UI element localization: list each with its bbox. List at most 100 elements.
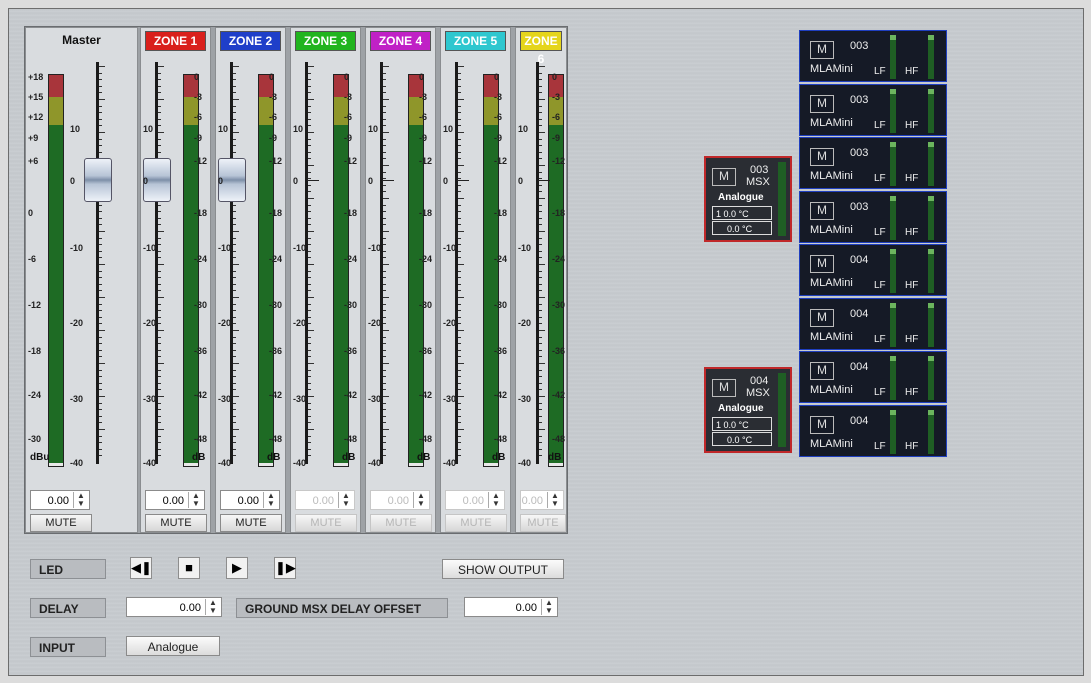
mute-button[interactable]: MUTE: [220, 514, 282, 532]
lf-meter: [890, 302, 896, 347]
scale-tick: [539, 79, 542, 81]
scale-tick: [458, 211, 461, 213]
scale-tick: [308, 237, 311, 239]
scale-tick: [383, 151, 386, 153]
mlamini-device-tile[interactable]: M 003 MLAMini LF HF: [799, 30, 947, 82]
scale-tick: [99, 349, 102, 351]
ground-offset-input[interactable]: 0.00 ▲ ▼: [464, 597, 558, 617]
scale-tick: [539, 330, 545, 331]
mlamini-device-tile[interactable]: M 004 MLAMini LF HF: [799, 404, 947, 457]
zone-label[interactable]: ZONE 6: [520, 31, 562, 66]
msx-device-tile[interactable]: M 004 MSX Analogue 1 0.0 °C 0.0 °C: [704, 367, 792, 453]
zone-strip: ZONE 5 10 0 -10 -20 -30 -40 0 -3 -6 -9 -12 -18 -24 -30…: [440, 27, 511, 533]
zone-label[interactable]: ZONE 4: [370, 31, 431, 51]
scale-tick: [233, 382, 236, 384]
scale-tick: [383, 264, 389, 265]
scale-tick: [383, 442, 386, 444]
scale-tick: [233, 257, 236, 259]
scale-tick: [158, 303, 161, 305]
scale-tick: [308, 211, 311, 213]
scale-tick: [458, 402, 461, 404]
meter-scale-label: -6: [344, 112, 353, 122]
scale-tick: [158, 204, 161, 206]
scale-tick: [539, 204, 542, 206]
scale-tick: [233, 231, 239, 232]
meter-scale-label: 0: [28, 208, 34, 218]
scale-tick: [99, 303, 102, 305]
prev-icon[interactable]: ◀❚: [130, 557, 152, 579]
stop-icon[interactable]: ■: [178, 557, 200, 579]
spin-arrows-icon[interactable]: ▲ ▼: [541, 599, 556, 615]
master-label[interactable]: Master: [30, 31, 133, 49]
fader-track[interactable]: [96, 62, 99, 464]
meter-scale-label: -36: [552, 346, 566, 356]
scale-tick: [539, 455, 542, 457]
fader-scale-label: 0: [143, 176, 149, 186]
scale-tick: [539, 198, 545, 199]
scale-tick: [458, 448, 461, 450]
scale-tick: [458, 191, 461, 193]
scale-tick: [458, 270, 461, 272]
mlamini-device-tile[interactable]: M 003 MLAMini LF HF: [799, 83, 947, 136]
scale-tick: [308, 389, 311, 391]
input-select-button[interactable]: Analogue: [126, 636, 220, 656]
zone-label[interactable]: ZONE 1: [145, 31, 206, 51]
scale-tick: [383, 422, 386, 424]
mlamini-device-tile[interactable]: M 003 MLAMini LF HF: [799, 190, 947, 243]
spin-arrows-icon[interactable]: ▲ ▼: [73, 492, 88, 508]
scale-tick: [233, 85, 236, 87]
mlamini-device-tile[interactable]: M 004 MLAMini LF HF: [799, 351, 947, 403]
mute-button[interactable]: MUTE: [145, 514, 207, 532]
meter-scale-label: 0: [194, 72, 200, 82]
show-output-button[interactable]: SHOW OUTPUT: [442, 559, 564, 579]
scale-tick: [383, 336, 386, 338]
scale-tick: [158, 283, 161, 285]
meter-scale-label: -30: [552, 300, 566, 310]
gain-input[interactable]: 0.00 ▲ ▼: [30, 490, 90, 510]
meter-scale-label: -3: [494, 92, 503, 102]
ground-offset-label: GROUND MSX DELAY OFFSET: [236, 598, 448, 618]
scale-tick: [308, 224, 311, 226]
fader-track[interactable]: [536, 62, 539, 464]
zone-label[interactable]: ZONE 3: [295, 31, 356, 51]
scale-tick: [539, 99, 545, 100]
gain-input[interactable]: 0.00 ▲ ▼: [145, 490, 205, 510]
delay-input[interactable]: 0.00 ▲ ▼: [126, 597, 222, 617]
lf-label: LF: [874, 226, 886, 238]
scale-tick: [383, 343, 386, 345]
meter-scale-label: -3: [552, 92, 561, 102]
fader-scale-label: -20: [70, 318, 84, 328]
play-icon[interactable]: ▶: [226, 557, 248, 579]
scale-tick: [308, 349, 311, 351]
spin-arrows-icon[interactable]: ▲ ▼: [205, 599, 220, 615]
spin-arrows-icon[interactable]: ▲ ▼: [263, 492, 278, 508]
scale-tick: [233, 349, 236, 351]
scale-tick: [233, 409, 236, 411]
scale-tick: [99, 125, 102, 127]
mlamini-device-tile[interactable]: M 003 MLAMini LF HF: [799, 137, 947, 189]
zone-label[interactable]: ZONE 2: [220, 31, 281, 51]
msx-device-tile[interactable]: M 003 MSX Analogue 1 0.0 °C 0.0 °C: [704, 156, 792, 242]
gain-input[interactable]: 0.00 ▲ ▼: [220, 490, 280, 510]
lf-meter: [890, 249, 896, 293]
scale-tick: [458, 158, 461, 160]
mlamini-device-tile[interactable]: M 004 MLAMini LF HF: [799, 244, 947, 296]
scale-tick: [99, 118, 102, 120]
meter-scale-label: -42: [494, 390, 508, 400]
meter-scale-label: -36: [494, 346, 508, 356]
device-model: MLAMini: [810, 116, 853, 129]
led-label: LED: [30, 559, 106, 579]
zone-label[interactable]: ZONE 5: [445, 31, 506, 51]
scale-tick: [308, 396, 314, 397]
fader-scale-label: -40: [368, 458, 382, 468]
next-icon[interactable]: ❚▶: [274, 557, 296, 579]
fader-knob[interactable]: [84, 158, 112, 202]
scale-tick: [158, 435, 161, 437]
spin-arrows-icon[interactable]: ▲ ▼: [188, 492, 203, 508]
scale-tick: [539, 336, 542, 338]
channel-temp-readout: 1 0.0 °C: [712, 417, 772, 431]
scale-tick: [308, 257, 311, 259]
mlamini-device-tile[interactable]: M 004 MLAMini LF HF: [799, 297, 947, 350]
mute-button[interactable]: MUTE: [30, 514, 92, 532]
scale-tick: [308, 217, 311, 219]
